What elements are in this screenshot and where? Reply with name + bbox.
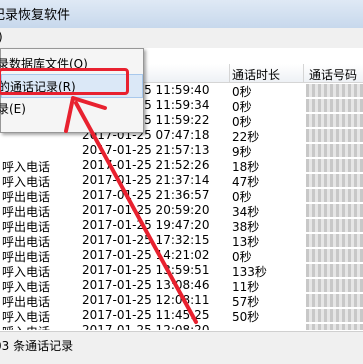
column-separator[interactable] (229, 64, 230, 82)
cell-call-time: 2017-01-25 12:08:20 (82, 323, 210, 330)
menu-bar: ) (0, 28, 363, 49)
status-bar: 03 条通话记录 (0, 331, 363, 364)
cell-call-time: 2017-01-25 17:32:15 (82, 233, 210, 247)
cell-number-blurred (306, 204, 363, 217)
cell-number-blurred (306, 99, 363, 112)
cell-call-time: 2017-01-25 21:37:14 (82, 173, 210, 187)
highlight-box (0, 68, 129, 95)
status-text: 03 条通话记录 (0, 339, 74, 353)
cell-call-type: 呼入电话 (2, 323, 50, 330)
cell-number-blurred (306, 84, 363, 97)
cell-call-time: 2017-01-25 13:59:51 (82, 263, 210, 277)
cell-number-blurred (306, 219, 363, 232)
cell-number-blurred (306, 234, 363, 247)
table-row[interactable]: 呼入电话 2017-01-25 12:08:20 (0, 323, 363, 330)
table-row[interactable]: 呼入电话 2017-01-25 13:59:51 133秒 (0, 263, 363, 279)
menu-item-label: 录(E) (0, 102, 26, 116)
table-row[interactable]: 呼出电话 2017-01-25 21:36:57 0秒 (0, 188, 363, 204)
cell-number-blurred (306, 129, 363, 142)
cell-call-time: 2017-01-25 13:08:46 (82, 278, 210, 292)
cell-call-time: 2017-01-25 21:36:57 (82, 188, 210, 202)
table-row[interactable]: 呼出电话 2017-01-25 12:08:11 57秒 (0, 293, 363, 309)
header-duration[interactable]: 通话时长 (232, 66, 280, 83)
table-row[interactable]: 呼入电话 2017-01-25 13:08:46 11秒 (0, 278, 363, 294)
cell-number-blurred (306, 159, 363, 172)
cell-call-time: 2017-01-25 14:21:02 (82, 248, 210, 262)
table-row[interactable]: 呼出电话 2017-01-25 20:59:20 34秒 (0, 203, 363, 219)
cell-call-time: 2017-01-25 21:52:26 (82, 158, 210, 172)
column-separator[interactable] (303, 64, 304, 82)
table-row[interactable]: 呼入电话 2017-01-25 21:52:26 18秒 (0, 158, 363, 174)
cell-number-blurred (306, 309, 363, 322)
cell-number-blurred (306, 279, 363, 292)
cell-call-time: 2017-01-25 21:57:13 (82, 143, 210, 157)
cell-call-time: 2017-01-25 11:45:25 (82, 308, 210, 322)
cell-number-blurred (306, 114, 363, 127)
table-row[interactable]: 2017-01-25 21:57:13 9秒 (0, 143, 363, 159)
table-row[interactable]: 呼入电话 2017-01-25 11:45:25 50秒 (0, 308, 363, 324)
header-number[interactable]: 通话号码 (309, 66, 357, 83)
window-title: 记录恢复软件 (0, 8, 71, 23)
table-row[interactable]: 呼出电话 2017-01-25 14:21:02 0秒 (0, 248, 363, 264)
cell-call-time: 2017-01-25 19:47:20 (82, 218, 210, 232)
cell-number-blurred (306, 144, 363, 157)
cell-number-blurred (306, 324, 363, 330)
cell-number-blurred (306, 264, 363, 277)
title-bar: 记录恢复软件 (0, 0, 363, 29)
menu-file[interactable]: ) (0, 30, 3, 44)
cell-number-blurred (306, 294, 363, 307)
table-row[interactable]: 呼入电话 2017-01-25 21:37:14 47秒 (0, 173, 363, 189)
cell-call-time: 2017-01-25 20:59:20 (82, 203, 210, 217)
cell-number-blurred (306, 249, 363, 262)
cell-number-blurred (306, 189, 363, 202)
cell-call-time: 2017-01-25 12:08:11 (82, 293, 210, 307)
table-row[interactable]: 呼出电话 2017-01-25 17:32:15 13秒 (0, 233, 363, 249)
table-row[interactable]: 呼出电话 2017-01-25 19:47:20 38秒 (0, 218, 363, 234)
cell-number-blurred (306, 174, 363, 187)
menu-item-export[interactable]: 录(E) (0, 97, 141, 119)
